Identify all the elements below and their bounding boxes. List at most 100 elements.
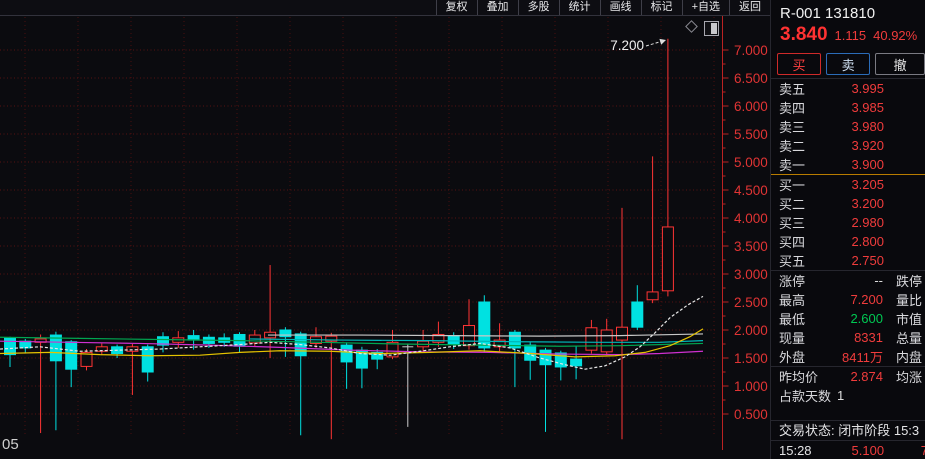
ask-label: 卖五 (779, 79, 805, 98)
candle-body (66, 342, 77, 369)
market-cap-label: 市值 (896, 309, 922, 328)
ask-row[interactable]: 卖一3.900 (771, 155, 925, 174)
ask-price: 3.985 (805, 100, 925, 115)
toolbar-item-statistics[interactable]: 统计 (559, 0, 600, 15)
price-axis-label: 7.000 (734, 43, 768, 58)
price-axis-label: 5.000 (734, 155, 768, 170)
bid-price: 3.205 (805, 177, 925, 192)
bid-row[interactable]: 买一3.205 (771, 175, 925, 194)
ask-label: 卖四 (779, 98, 805, 117)
toolbar-item-mark[interactable]: 标记 (641, 0, 682, 15)
bid-row[interactable]: 买四2.800 (771, 232, 925, 251)
price-axis-label: 1.000 (734, 379, 768, 394)
price-row: 3.840 1.115 40.92% (771, 24, 925, 51)
bid-label: 买三 (779, 213, 805, 232)
avg-change-label: 均涨 (896, 367, 922, 386)
ask-label: 卖二 (779, 136, 805, 155)
high-value: 7.200 (837, 292, 883, 307)
annotation-arrowhead-icon (659, 39, 666, 45)
cancel-order-button[interactable]: 撤 (875, 53, 925, 75)
toolbar-item-multistock[interactable]: 多股 (518, 0, 559, 15)
buy-button[interactable]: 买 (777, 53, 821, 75)
bid-label: 买五 (779, 251, 805, 270)
price-axis-label: 3.500 (734, 239, 768, 254)
tick-row: 15:28 5.100 7 (771, 441, 925, 459)
bid-price: 3.200 (805, 196, 925, 211)
candle-body (127, 347, 138, 351)
price-change: 1.115 (835, 28, 867, 43)
bid-label: 买一 (779, 175, 805, 194)
candle-body (142, 347, 153, 372)
ask-label: 卖一 (779, 155, 805, 174)
candle-body (448, 336, 459, 344)
toolbar-item-add-watchlist[interactable]: +自选 (682, 0, 729, 15)
chart-toolbar: 复权 叠加 多股 统计 画线 标记 +自选 返回 (0, 0, 771, 16)
toolbar-item-restoration[interactable]: 复权 (436, 0, 477, 15)
price-axis-label: 4.500 (734, 183, 768, 198)
ask-price: 3.980 (805, 119, 925, 134)
toolbar-item-drawline[interactable]: 画线 (600, 0, 641, 15)
info-row-high: 最高7.200量比 (771, 290, 925, 309)
candle-body (571, 359, 582, 366)
volume-ratio-label: 量比 (896, 290, 922, 309)
info-row-occupy-days: 占款天数1 (771, 386, 925, 405)
bid-price: 2.800 (805, 234, 925, 249)
ask-price: 3.920 (805, 138, 925, 153)
price-axis-label: 6.500 (734, 71, 768, 86)
toolbar-item-back[interactable]: 返回 (729, 0, 771, 15)
bid-price: 2.750 (805, 253, 925, 268)
trading-status: 交易状态: 闭市阶段 15:3 (771, 421, 925, 440)
info-row-outer-disc: 外盘8411万内盘 (771, 347, 925, 366)
peak-price-annotation: 7.200 (592, 38, 644, 53)
total-volume-label: 总量 (896, 328, 922, 347)
occupy-days-value: 1 (837, 388, 844, 403)
ask-row[interactable]: 卖四3.985 (771, 98, 925, 117)
order-buttons: 买 卖 撤 (771, 51, 925, 78)
bid-row[interactable]: 买五2.750 (771, 251, 925, 270)
info-row-limit-up: 涨停--跌停 (771, 271, 925, 290)
ask-row[interactable]: 卖五3.995 (771, 79, 925, 98)
price-axis-label: 2.000 (734, 323, 768, 338)
ask-row[interactable]: 卖三3.980 (771, 117, 925, 136)
price-axis-label: 1.500 (734, 351, 768, 366)
price-axis-label: 0.500 (734, 407, 768, 422)
tick-volume: 7 (921, 443, 925, 458)
candle-body (617, 327, 628, 340)
bid-label: 买二 (779, 194, 805, 213)
sell-button[interactable]: 卖 (826, 53, 870, 75)
bid-row[interactable]: 买二3.200 (771, 194, 925, 213)
price-axis-label: 6.000 (734, 99, 768, 114)
candle-body (647, 292, 658, 300)
bid-row[interactable]: 买三2.980 (771, 213, 925, 232)
panel-spacer (771, 405, 925, 420)
candle-body (5, 338, 16, 355)
price-change-pct: 40.92% (873, 28, 917, 43)
bid-price: 2.980 (805, 215, 925, 230)
limit-down-label: 跌停 (896, 271, 922, 290)
price-axis-label: 5.500 (734, 127, 768, 142)
ask-label: 卖三 (779, 117, 805, 136)
candle-body (662, 227, 673, 291)
tick-time: 15:28 (771, 443, 812, 458)
candle-body (632, 302, 643, 327)
tick-price: 5.100 (852, 443, 885, 458)
ask-row[interactable]: 卖二3.920 (771, 136, 925, 155)
info-row-low: 最低2.600市值 (771, 309, 925, 328)
limit-up-value: -- (837, 273, 883, 288)
toolbar-item-overlay[interactable]: 叠加 (477, 0, 518, 15)
candle-body (540, 350, 551, 365)
candle-body (586, 328, 597, 350)
panel-layout-fill (711, 23, 717, 34)
ask-price: 3.900 (805, 157, 925, 172)
panel-layout-icon[interactable] (704, 21, 719, 36)
price-axis-label: 2.500 (734, 295, 768, 310)
outer-disc-value: 8411万 (837, 347, 883, 366)
low-value: 2.600 (837, 311, 883, 326)
instrument-title: R-001 131810 (771, 0, 925, 24)
candle-body (341, 345, 352, 362)
candlestick-chart[interactable]: 7.000 6.500 6.000 5.500 5.000 4.500 4.000 3.500… (0, 0, 771, 459)
time-axis-label: 05 (2, 436, 19, 453)
price-axis-label: 4.000 (734, 211, 768, 226)
last-price: 3.840 (780, 24, 828, 46)
ask-price: 3.995 (805, 81, 925, 96)
